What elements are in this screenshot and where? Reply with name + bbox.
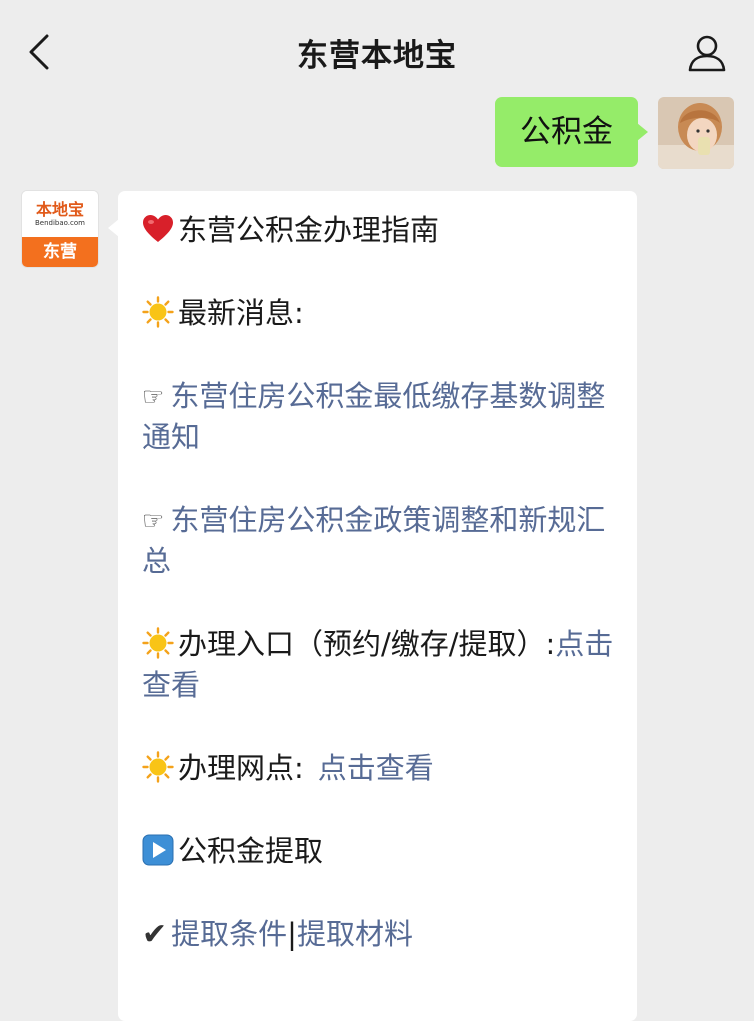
withdraw-title-text: 公积金提取 [178,834,324,868]
link-separator: | [287,917,297,951]
pointing-hand-icon: ☞ [142,382,165,411]
outlets-row: 办理网点: 点击查看 [142,748,622,789]
user-avatar[interactable] [658,97,734,169]
logo-text: 本地宝 [35,199,84,219]
incoming-bubble: 东营公积金办理指南 最新消息: ☞ 东营住房公积金最低缴存基数调整通知 ☞ 东营住房… [108,191,637,1021]
withdraw-materials-link[interactable]: 提取材料 [297,917,413,951]
pointing-hand-icon: ☞ [142,506,165,535]
outgoing-message: 公积金 [495,97,734,169]
red-heart-icon [143,215,173,242]
logo-url: Bendibao.com [34,218,85,227]
user-avatar-image [658,97,734,169]
entrance-label: 办理入口（预约/缴存/提取）: [178,627,556,661]
profile-button[interactable] [682,28,732,78]
news-link-1[interactable]: 东营住房公积金最低缴存基数调整通知 [142,379,605,454]
news-item-2: ☞ 东营住房公积金政策调整和新规汇总 [142,500,622,582]
message-heading: 东营公积金办理指南 [142,210,622,251]
check-mark-icon: ✔ [142,917,168,952]
sun-icon [142,751,174,783]
bendibao-logo: 本地宝 Bendibao.com [22,191,98,237]
city-label: 东营 [22,237,98,267]
withdraw-conditions-link[interactable]: 提取条件 [171,917,287,951]
withdraw-section-title: 公积金提取 [142,831,622,872]
sun-icon [142,296,174,328]
nav-bar: 东营本地宝 [0,0,754,100]
play-button-icon [142,834,174,866]
official-account-avatar[interactable]: 本地宝 Bendibao.com 东营 [22,191,98,267]
withdraw-links-row: ✔ 提取条件|提取材料 [142,914,622,955]
outlets-label: 办理网点: [178,751,304,785]
sun-icon [142,627,174,659]
entrance-row: 办理入口（预约/缴存/提取）:点击查看 [142,624,622,706]
heading-text: 东营公积金办理指南 [178,213,440,247]
news-item-1: ☞ 东营住房公积金最低缴存基数调整通知 [142,376,622,458]
outgoing-bubble[interactable]: 公积金 [495,97,648,167]
news-link-2[interactable]: 东营住房公积金政策调整和新规汇总 [142,503,605,578]
message-content: 东营公积金办理指南 最新消息: ☞ 东营住房公积金最低缴存基数调整通知 ☞ 东营住房… [142,210,622,955]
latest-news-label: 最新消息: [142,293,622,334]
outlets-link[interactable]: 点击查看 [318,751,434,785]
latest-label-text: 最新消息: [178,296,304,330]
person-icon [688,35,726,72]
chat-title: 东营本地宝 [297,38,457,74]
